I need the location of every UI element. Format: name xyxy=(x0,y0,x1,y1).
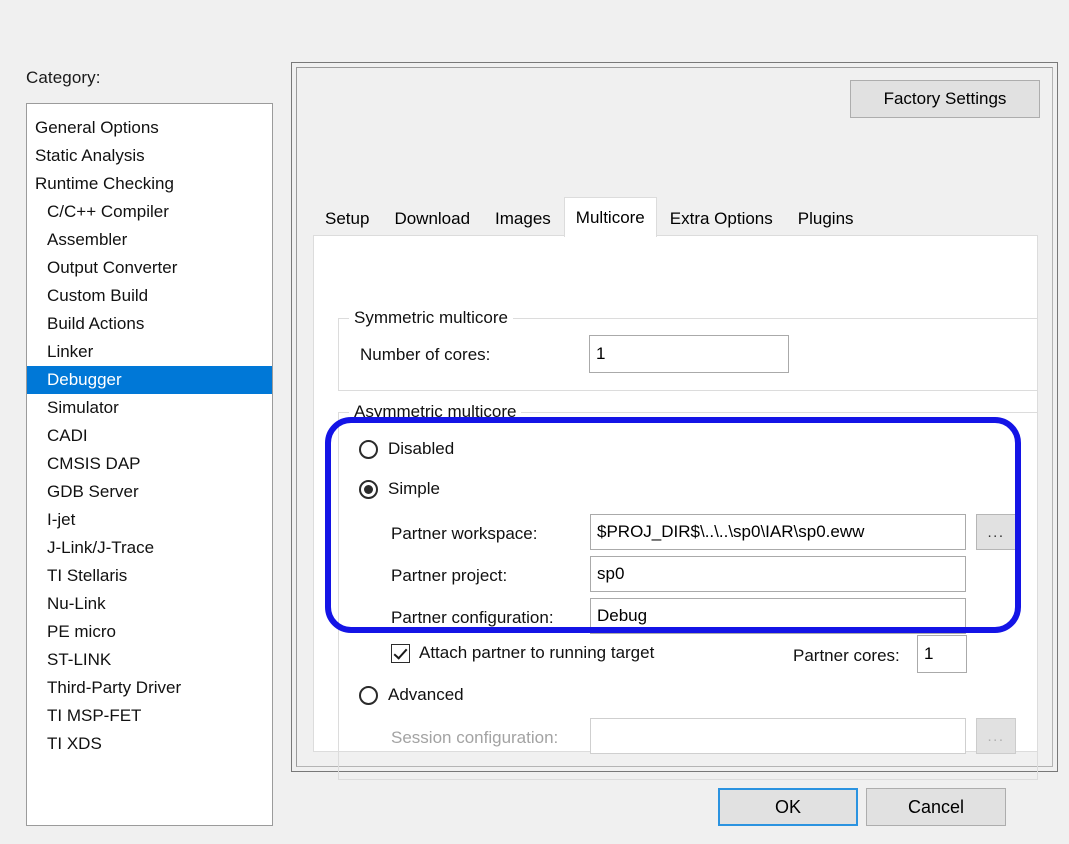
partner-cores-label: Partner cores: xyxy=(793,646,900,665)
sidebar-item-output-converter[interactable]: Output Converter xyxy=(27,254,272,282)
sidebar-item-third-party-driver[interactable]: Third-Party Driver xyxy=(27,674,272,702)
checkbox-icon xyxy=(391,643,410,663)
category-list[interactable]: General Options Static Analysis Runtime … xyxy=(26,103,273,826)
radio-advanced-label: Advanced xyxy=(388,685,464,704)
ok-button[interactable]: OK xyxy=(718,788,858,826)
sidebar-item-linker[interactable]: Linker xyxy=(27,338,272,366)
partner-cores-input[interactable] xyxy=(917,635,967,673)
attach-partner-label: Attach partner to running target xyxy=(419,643,655,662)
settings-panel-inner: Factory Settings Setup Download Images M… xyxy=(296,67,1053,780)
tab-images[interactable]: Images xyxy=(483,201,563,236)
partner-configuration-label: Partner configuration: xyxy=(391,608,554,627)
session-configuration-label: Session configuration: xyxy=(391,728,559,747)
tab-multicore[interactable]: Multicore xyxy=(563,197,657,237)
sidebar-item-gdb-server[interactable]: GDB Server xyxy=(27,478,272,506)
session-configuration-input[interactable] xyxy=(590,718,966,754)
sidebar-item-debugger[interactable]: Debugger xyxy=(27,366,272,394)
category-label: Category: xyxy=(26,68,101,87)
radio-simple[interactable]: Simple xyxy=(359,479,440,499)
sidebar-item-assembler[interactable]: Assembler xyxy=(27,226,272,254)
tab-setup[interactable]: Setup xyxy=(313,201,382,236)
sidebar-item-j-link-j-trace[interactable]: J-Link/J-Trace xyxy=(27,534,272,562)
partner-workspace-input[interactable] xyxy=(590,514,966,550)
sidebar-item-build-actions[interactable]: Build Actions xyxy=(27,310,272,338)
radio-disabled[interactable]: Disabled xyxy=(359,439,454,459)
sidebar-item-ti-xds[interactable]: TI XDS xyxy=(27,730,272,758)
sidebar-item-i-jet[interactable]: I-jet xyxy=(27,506,272,534)
attach-partner-checkbox[interactable]: Attach partner to running target xyxy=(391,643,654,663)
tab-download[interactable]: Download xyxy=(382,201,483,236)
sidebar-item-c-cpp-compiler[interactable]: C/C++ Compiler xyxy=(27,198,272,226)
number-of-cores-label: Number of cores: xyxy=(360,345,491,364)
tab-plugins[interactable]: Plugins xyxy=(785,201,866,236)
asymmetric-multicore-group: Asymmetric multicore Disabled Simple Par… xyxy=(338,402,1038,780)
symmetric-multicore-legend: Symmetric multicore xyxy=(349,308,513,328)
sidebar-item-st-link[interactable]: ST-LINK xyxy=(27,646,272,674)
partner-workspace-browse-button[interactable]: ... xyxy=(976,514,1016,550)
sidebar-item-runtime-checking[interactable]: Runtime Checking xyxy=(27,170,272,198)
tab-extra-options[interactable]: Extra Options xyxy=(657,201,785,236)
tabstrip: Setup Download Images Multicore Extra Op… xyxy=(313,197,1038,237)
partner-workspace-label: Partner workspace: xyxy=(391,524,538,543)
factory-settings-button[interactable]: Factory Settings xyxy=(850,80,1040,118)
sidebar-item-pe-micro[interactable]: PE micro xyxy=(27,618,272,646)
partner-configuration-input[interactable] xyxy=(590,598,966,634)
radio-disabled-label: Disabled xyxy=(388,439,455,458)
sidebar-item-general-options[interactable]: General Options xyxy=(27,114,272,142)
cancel-button[interactable]: Cancel xyxy=(866,788,1006,826)
radio-simple-label: Simple xyxy=(388,479,440,498)
sidebar-item-ti-msp-fet[interactable]: TI MSP-FET xyxy=(27,702,272,730)
settings-panel: Factory Settings Setup Download Images M… xyxy=(291,62,1058,780)
sidebar-item-simulator[interactable]: Simulator xyxy=(27,394,272,422)
multicore-tab-panel: Symmetric multicore Number of cores: Asy… xyxy=(313,235,1038,780)
partner-project-input[interactable] xyxy=(590,556,966,592)
radio-advanced[interactable]: Advanced xyxy=(359,685,464,705)
sidebar-item-ti-stellaris[interactable]: TI Stellaris xyxy=(27,562,272,590)
radio-simple-icon xyxy=(359,479,378,499)
number-of-cores-input[interactable] xyxy=(589,335,789,373)
partner-project-label: Partner project: xyxy=(391,566,508,585)
radio-disabled-icon xyxy=(359,439,378,459)
sidebar-item-cadi[interactable]: CADI xyxy=(27,422,272,450)
symmetric-multicore-group: Symmetric multicore Number of cores: xyxy=(338,308,1038,391)
sidebar-item-custom-build[interactable]: Custom Build xyxy=(27,282,272,310)
sidebar-item-static-analysis[interactable]: Static Analysis xyxy=(27,142,272,170)
radio-advanced-icon xyxy=(359,685,378,705)
session-configuration-browse-button[interactable]: ... xyxy=(976,718,1016,754)
sidebar-item-nu-link[interactable]: Nu-Link xyxy=(27,590,272,618)
asymmetric-multicore-legend: Asymmetric multicore xyxy=(349,402,522,422)
sidebar-item-cmsis-dap[interactable]: CMSIS DAP xyxy=(27,450,272,478)
